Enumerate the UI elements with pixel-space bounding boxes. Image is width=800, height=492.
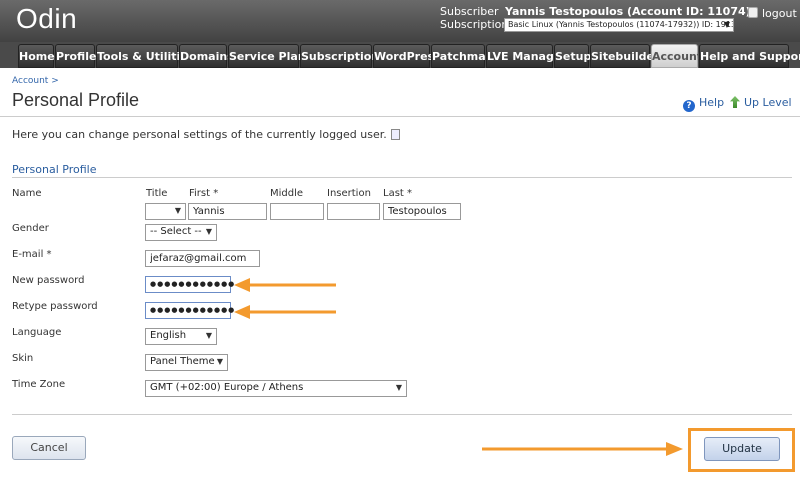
retype-password-input[interactable]: ●●●●●●●●●●●● bbox=[145, 302, 234, 319]
chevron-down-icon: ▼ bbox=[174, 206, 181, 215]
tab-home[interactable]: Home bbox=[18, 44, 55, 68]
section-title: Personal Profile bbox=[12, 163, 97, 176]
intro-text: Here you can change personal settings of… bbox=[12, 128, 400, 141]
new-password-label: New password bbox=[12, 275, 85, 286]
page-title: Personal Profile bbox=[12, 90, 140, 110]
tab-patchman[interactable]: Patchman bbox=[431, 44, 494, 68]
first-column-label: First * bbox=[189, 188, 219, 199]
subscription-select[interactable]: Basic Linux (Yannis Testopoulos (11074-1… bbox=[504, 18, 734, 32]
retype-password-label: Retype password bbox=[12, 301, 98, 312]
document-icon[interactable] bbox=[390, 129, 400, 140]
top-header: Odin Subscriber Subscription Yannis Test… bbox=[0, 0, 800, 45]
subscriber-name: Yannis Testopoulos (Account ID: 11074) bbox=[505, 5, 751, 18]
tab-lve-manager[interactable]: LVE Manager bbox=[486, 44, 567, 68]
subscriber-label: Subscriber bbox=[440, 5, 499, 18]
language-select[interactable]: English ▼ bbox=[145, 328, 217, 345]
email-label: E-mail * bbox=[12, 249, 52, 260]
update-button[interactable]: Update bbox=[704, 437, 780, 461]
up-level-label: Up Level bbox=[744, 96, 792, 109]
breadcrumb[interactable]: Account > bbox=[12, 76, 59, 86]
middle-column-label: Middle bbox=[270, 188, 304, 199]
tab-profile[interactable]: Profile bbox=[55, 44, 96, 68]
tab-service-plans[interactable]: Service Plans bbox=[228, 44, 312, 68]
intro-text-label: Here you can change personal settings of… bbox=[12, 128, 387, 141]
tab-domains[interactable]: Domains bbox=[179, 44, 234, 68]
first-name-input[interactable] bbox=[188, 203, 267, 220]
up-level-link[interactable]: Up Level bbox=[730, 96, 792, 109]
arrow-up-icon bbox=[730, 96, 740, 108]
main-nav: Home Profile Tools & Utilities Domains S… bbox=[0, 42, 800, 68]
chevron-down-icon: ▼ bbox=[395, 383, 402, 392]
gender-label: Gender bbox=[12, 223, 49, 234]
timezone-select-value: GMT (+02:00) Europe / Athens bbox=[150, 382, 304, 393]
insertion-column-label: Insertion bbox=[327, 188, 371, 199]
insertion-input[interactable] bbox=[327, 203, 380, 220]
help-label: Help bbox=[699, 96, 725, 109]
last-column-label: Last * bbox=[383, 188, 413, 199]
tab-wordpress[interactable]: WordPress bbox=[373, 44, 441, 68]
subscriber-labels: Subscriber Subscription bbox=[440, 5, 508, 31]
language-select-value: English bbox=[150, 330, 187, 341]
chevron-down-icon: ▼ bbox=[205, 331, 212, 340]
chevron-down-icon: ▼ bbox=[216, 357, 223, 366]
tab-subscriptions[interactable]: Subscriptions bbox=[300, 44, 386, 68]
chevron-down-icon: ▼ bbox=[723, 20, 730, 29]
gender-select[interactable]: -- Select -- ▼ bbox=[145, 224, 217, 241]
last-name-input[interactable] bbox=[383, 203, 461, 220]
skin-label: Skin bbox=[12, 353, 34, 364]
annotation-arrow-new-password bbox=[234, 278, 336, 292]
middle-name-input[interactable] bbox=[270, 203, 324, 220]
subscription-select-value: Basic Linux (Yannis Testopoulos (11074-1… bbox=[508, 20, 734, 29]
title-select[interactable]: ▼ bbox=[145, 203, 186, 220]
logout-link[interactable]: logout bbox=[748, 7, 797, 20]
form-bottom-divider bbox=[12, 414, 792, 415]
tab-help-and-support[interactable]: Help and Support bbox=[699, 44, 800, 68]
title-divider bbox=[0, 116, 800, 117]
email-input[interactable] bbox=[145, 250, 260, 267]
logout-icon bbox=[748, 7, 758, 18]
app-logo: Odin bbox=[16, 3, 78, 34]
tab-sitebuilder[interactable]: Sitebuilder bbox=[590, 44, 659, 68]
retype-password-value: ●●●●●●●●●●●● bbox=[150, 306, 236, 314]
skin-select-value: Panel Theme bbox=[150, 356, 215, 367]
tab-setup[interactable]: Setup bbox=[554, 44, 591, 68]
chevron-down-icon: ▼ bbox=[205, 227, 212, 236]
new-password-input[interactable]: ●●●●●●●●●●●● bbox=[145, 276, 234, 293]
annotation-arrow-retype-password bbox=[234, 305, 336, 319]
skin-select[interactable]: Panel Theme ▼ bbox=[145, 354, 228, 371]
section-divider bbox=[12, 177, 792, 178]
new-password-value: ●●●●●●●●●●●● bbox=[150, 280, 236, 288]
logout-label: logout bbox=[762, 7, 797, 20]
title-column-label: Title bbox=[146, 188, 168, 199]
name-label: Name bbox=[12, 188, 42, 199]
tab-tools-utilities[interactable]: Tools & Utilities bbox=[96, 44, 194, 68]
tab-account[interactable]: Account bbox=[651, 44, 702, 68]
annotation-arrow-update bbox=[482, 442, 683, 456]
help-icon: ? bbox=[683, 100, 695, 112]
subscription-label: Subscription bbox=[440, 18, 509, 31]
timezone-select[interactable]: GMT (+02:00) Europe / Athens ▼ bbox=[145, 380, 407, 397]
language-label: Language bbox=[12, 327, 62, 338]
gender-select-value: -- Select -- bbox=[150, 226, 202, 237]
timezone-label: Time Zone bbox=[12, 379, 66, 390]
cancel-button[interactable]: Cancel bbox=[12, 436, 86, 460]
help-link[interactable]: ? Help bbox=[683, 96, 724, 112]
